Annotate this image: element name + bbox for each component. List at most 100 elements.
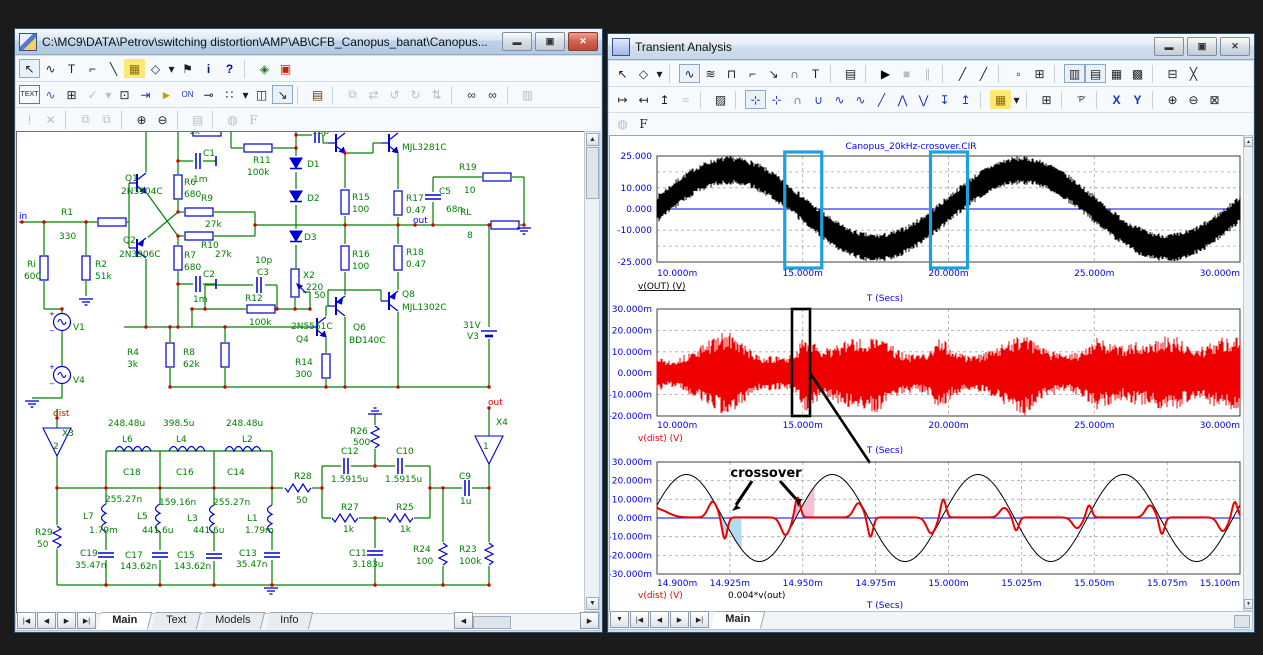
numeric-output-icon[interactable]: ⊞ — [1036, 90, 1057, 109]
minimize-button[interactable]: ▬ — [1154, 37, 1184, 56]
text-box-tool[interactable]: TEXT — [19, 85, 40, 104]
properties-icon[interactable]: ▤ — [840, 64, 861, 83]
copy-page-icon[interactable]: ⧉ — [96, 110, 117, 129]
polyline-tool[interactable]: ╱ — [973, 64, 994, 83]
attributes-icon[interactable]: ▤ — [307, 85, 328, 104]
point-tag-icon[interactable]: ⊓ — [721, 64, 742, 83]
inflection-icon[interactable]: ╱ — [871, 90, 892, 109]
bottom-icon[interactable]: ↧ — [934, 90, 955, 109]
slope-icon[interactable]: ╳ — [1183, 64, 1204, 83]
graphics-tool[interactable]: ◇ — [633, 64, 654, 83]
both-grids-icon[interactable]: ▦ — [1106, 64, 1127, 83]
performance-tag-icon[interactable]: ↘ — [763, 64, 784, 83]
maximize-button[interactable]: ▣ — [1187, 37, 1217, 56]
plot-vscrollbar[interactable]: ▲ ▼ — [1243, 135, 1253, 611]
horizontal-tag-icon[interactable]: ⌐ — [742, 64, 763, 83]
flip-y-icon[interactable]: ⇅ — [426, 85, 447, 104]
node-numbers-icon[interactable]: ⊞ — [61, 85, 82, 104]
grid-icon[interactable]: ∷ — [219, 85, 240, 104]
scroll-up-button[interactable]: ▲ — [1244, 137, 1253, 147]
pause-button[interactable]: ∥ — [917, 64, 938, 83]
design-checker-icon[interactable]: ▥ — [517, 85, 538, 104]
run-button[interactable]: ▶ — [875, 64, 896, 83]
error-icon[interactable]: ! — [19, 110, 40, 129]
low-icon[interactable]: ∿ — [850, 90, 871, 109]
grid-dropdown[interactable]: ▾ — [240, 85, 251, 104]
smoothing-icon[interactable]: ≈ — [675, 90, 696, 109]
wire-tool[interactable]: ⌐ — [82, 59, 103, 78]
scroll-down-button[interactable]: ▼ — [586, 597, 599, 610]
zoom-out-icon[interactable]: ⊖ — [152, 110, 173, 129]
zoom-in-icon[interactable]: ⊕ — [1162, 90, 1183, 109]
next-page-button[interactable]: ▶ — [57, 612, 76, 629]
help-mode-tool[interactable]: ? — [219, 59, 240, 78]
show-values-icon[interactable]: ∿ — [40, 85, 61, 104]
flag-tool[interactable]: ⚑ — [177, 59, 198, 78]
transient-titlebar[interactable]: Transient Analysis ▬ ▣ ✕ — [608, 34, 1254, 60]
zoom-box-icon[interactable]: ⊠ — [1204, 90, 1225, 109]
lead-icon[interactable]: ⊸ — [198, 85, 219, 104]
scale-y-icon[interactable]: Y — [1127, 90, 1148, 109]
global-high-icon[interactable]: ⋀ — [892, 90, 913, 109]
schematic-titlebar[interactable]: C:\MC9\DATA\Petrov\switching distortion\… — [15, 29, 602, 55]
copy-picture-icon[interactable]: ⧉ — [75, 110, 96, 129]
web-info-icon[interactable]: ◈ — [254, 59, 275, 78]
wire-mode-icon[interactable]: ∿ — [40, 59, 61, 78]
line-tool[interactable]: ╲ — [103, 59, 124, 78]
font-icon[interactable]: F — [243, 110, 264, 129]
part-dropdown[interactable]: ▾ — [166, 59, 177, 78]
stop-button[interactable]: ■ — [896, 64, 917, 83]
scroll-up-button[interactable]: ▲ — [586, 133, 599, 146]
scroll-down-button[interactable]: ▼ — [1244, 599, 1253, 609]
vip-check-icon[interactable]: ✓ — [82, 85, 103, 104]
text-tool[interactable]: T — [61, 59, 82, 78]
global-low-icon[interactable]: ⋁ — [913, 90, 934, 109]
prev-page-button[interactable]: ◀ — [650, 611, 669, 628]
minimize-button[interactable]: ▬ — [502, 32, 532, 51]
split-window-icon[interactable]: ◫ — [251, 85, 272, 104]
previous-data-point-icon[interactable]: ↤ — [633, 90, 654, 109]
tab-text[interactable]: Text — [152, 612, 201, 629]
mirror-icon[interactable]: ⇄ — [363, 85, 384, 104]
state-icon[interactable]: ON — [177, 85, 198, 104]
last-page-button[interactable]: ▶| — [77, 612, 96, 629]
top-icon[interactable]: ↥ — [955, 90, 976, 109]
tab-info[interactable]: Info — [266, 612, 314, 629]
periodic-steady-state-icon[interactable]: 'P' — [1071, 90, 1092, 109]
font-icon[interactable]: F — [633, 115, 654, 134]
valley-icon[interactable]: ∪ — [808, 90, 829, 109]
go-to-y-icon[interactable]: ⊹ — [766, 90, 787, 109]
clear-errors-icon[interactable]: ✕ — [40, 110, 61, 129]
tokens-icon[interactable]: ⊞ — [1029, 64, 1050, 83]
zoom-out-icon[interactable]: ⊖ — [1183, 90, 1204, 109]
find-icon[interactable]: ∞ — [461, 85, 482, 104]
vscroll-thumb[interactable] — [586, 147, 599, 199]
schematic-vscrollbar[interactable]: ▲ ▼ — [584, 131, 600, 612]
go-to-x-icon[interactable]: ⊹ — [745, 90, 766, 109]
minor-grids-icon[interactable]: ▩ — [1127, 64, 1148, 83]
plot-canvas[interactable]: Canopus_20kHz-crosover.CIR25.00010.0000.… — [609, 135, 1245, 613]
flip-x-icon[interactable]: ↻ — [405, 85, 426, 104]
line-tool[interactable]: ╱ — [952, 64, 973, 83]
rotate-icon[interactable]: ↺ — [384, 85, 405, 104]
next-data-point-icon[interactable]: ↦ — [612, 90, 633, 109]
tab-main[interactable]: Main — [98, 612, 153, 630]
hscroll-left-button[interactable]: ◀ — [454, 612, 473, 629]
zoom-in-icon[interactable]: ⊕ — [131, 110, 152, 129]
find-part-tool[interactable]: ◇ — [145, 59, 166, 78]
fault-toggle-icon[interactable]: ▣ — [275, 59, 296, 78]
vip-dropdown[interactable]: ▾ — [103, 85, 114, 104]
high-icon[interactable]: ∿ — [829, 90, 850, 109]
normalize-icon[interactable]: ▨ — [710, 90, 731, 109]
page-dropdown-button[interactable]: ▼ — [610, 611, 629, 628]
text-tool[interactable]: T — [805, 64, 826, 83]
horizontal-grids-icon[interactable]: ▤ — [1085, 64, 1106, 83]
next-branch-icon[interactable]: ↥ — [654, 90, 675, 109]
component-tool[interactable]: ▦ — [124, 59, 145, 78]
last-page-button[interactable]: ▶| — [690, 611, 709, 628]
first-page-button[interactable]: |◀ — [17, 612, 36, 629]
find-next-icon[interactable]: ∞ — [482, 85, 503, 104]
info-tool[interactable]: i — [198, 59, 219, 78]
scale-mode-icon[interactable]: ∿ — [679, 64, 700, 83]
select-tool[interactable]: ↖ — [19, 59, 40, 78]
